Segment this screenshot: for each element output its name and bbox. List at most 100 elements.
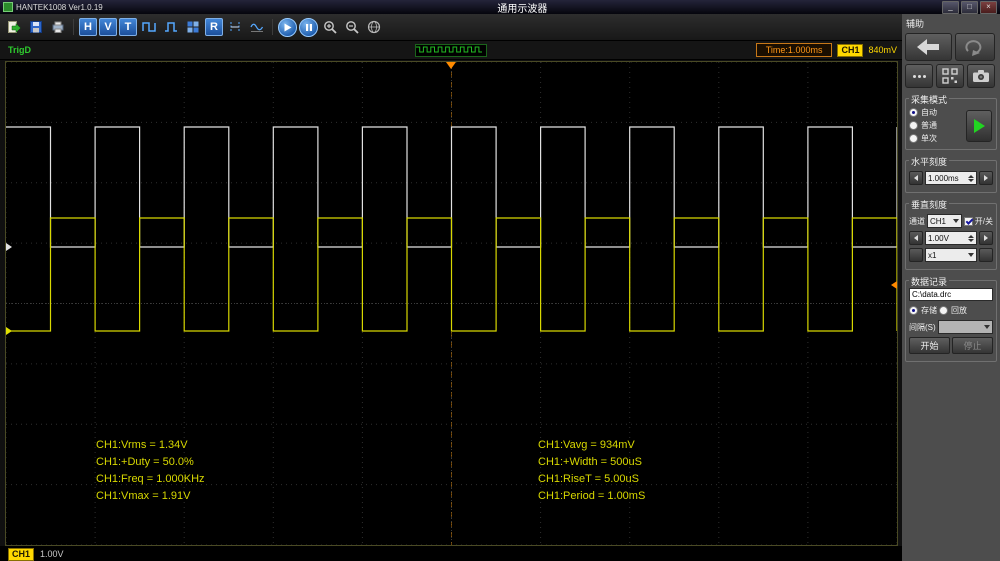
step-wave-icon xyxy=(165,22,177,32)
zoom-out-icon xyxy=(345,20,359,34)
measurement-line: CH1:+Width = 500uS xyxy=(538,456,642,468)
measurement-line: CH1:+Duty = 50.0% xyxy=(96,456,194,468)
more-options-button[interactable] xyxy=(905,64,933,88)
volts-decrease-button[interactable] xyxy=(909,231,923,245)
radio-dot-icon xyxy=(909,108,918,117)
timebase-readout: Time:1.000ms xyxy=(755,43,833,57)
cursor-measure-button[interactable] xyxy=(225,17,245,37)
acquire-mode-group: 采集模式 自动 普通 单次 xyxy=(905,93,997,150)
record-stop-button[interactable]: 停止 xyxy=(952,337,993,354)
radio-single-label: 单次 xyxy=(921,134,937,143)
print-button[interactable] xyxy=(48,17,68,37)
timebase-combo[interactable]: 1.000ms xyxy=(925,171,977,185)
interval-combo[interactable] xyxy=(937,320,993,334)
scope-display[interactable]: CH1:Vrms = 1.34V CH1:+Duty = 50.0% CH1:F… xyxy=(5,61,898,546)
horizontal-scale-title: 水平刻度 xyxy=(909,155,950,168)
radio-store[interactable]: 存储 xyxy=(909,304,937,317)
radio-dot-icon xyxy=(909,306,918,315)
auto-set-button[interactable] xyxy=(139,17,159,37)
spinner-icon xyxy=(968,174,974,182)
right-arrow-icon xyxy=(984,175,988,181)
print-icon xyxy=(52,21,64,33)
globe-icon xyxy=(367,20,381,34)
timebase-decrease-button[interactable] xyxy=(909,171,923,185)
record-menu-button[interactable]: R xyxy=(205,18,223,36)
radio-dot-icon xyxy=(909,134,918,143)
sine-wave-icon xyxy=(250,23,264,32)
right-arrow-icon xyxy=(984,235,988,241)
redo-button[interactable] xyxy=(955,33,995,61)
probe-value: x1 xyxy=(928,250,937,260)
radio-store-label: 存储 xyxy=(921,306,937,315)
display-mode-button[interactable] xyxy=(247,17,267,37)
ch1-channel-marker[interactable] xyxy=(6,327,12,335)
probe-increase-button[interactable] xyxy=(979,248,993,262)
ellipsis-icon xyxy=(912,74,916,78)
language-button[interactable] xyxy=(364,17,384,37)
measurements-left: CH1:Vrms = 1.34V CH1:+Duty = 50.0% CH1:F… xyxy=(96,437,205,505)
minimize-button[interactable]: _ xyxy=(942,0,959,14)
bottom-channel-badge[interactable]: CH1 xyxy=(8,547,35,561)
horizontal-menu-button[interactable]: H xyxy=(79,18,97,36)
green-play-icon xyxy=(973,119,985,133)
open-button[interactable] xyxy=(4,17,24,37)
waveform-preview[interactable] xyxy=(415,44,487,57)
qr-code-icon xyxy=(942,68,958,84)
bottom-volts-readout: 1.00V xyxy=(40,549,64,559)
zoom-in-button[interactable] xyxy=(320,17,340,37)
measurement-line: CH1:Vmax = 1.91V xyxy=(96,490,191,502)
zoom-in-icon xyxy=(323,20,337,34)
record-path-input[interactable] xyxy=(909,288,993,301)
toolbar: H V T R xyxy=(0,14,902,41)
back-arrow-icon xyxy=(916,39,939,55)
waveform-mode-button[interactable] xyxy=(161,17,181,37)
trigger-position-marker[interactable] xyxy=(446,62,456,69)
radio-dot-icon xyxy=(939,306,948,315)
measurement-line: CH1:Vavg = 934mV xyxy=(538,439,635,451)
channel-label: 通道 xyxy=(909,216,925,226)
interval-label: 间隔(S) xyxy=(909,322,936,332)
data-record-group: 数据记录 存储 回放 间隔(S) 开始 停止 xyxy=(905,275,997,362)
close-button[interactable]: × xyxy=(980,0,997,14)
start-acquisition-button[interactable] xyxy=(278,17,297,37)
trigger-menu-button[interactable]: T xyxy=(119,18,137,36)
probe-decrease-button[interactable] xyxy=(909,248,923,262)
window-title: HANTEK1008 Ver1.0.19 xyxy=(16,2,103,12)
volts-increase-button[interactable] xyxy=(979,231,993,245)
dropdown-arrow-icon xyxy=(968,253,974,257)
vertical-scale-group: 垂直刻度 通道 CH1 开/关 1.00V x1 xyxy=(905,198,997,270)
pause-acquisition-button[interactable] xyxy=(299,17,318,37)
volts-combo[interactable]: 1.00V xyxy=(925,231,977,245)
screenshot-button[interactable] xyxy=(967,64,995,88)
channel-grid-button[interactable] xyxy=(183,17,203,37)
white-channel-marker[interactable] xyxy=(6,243,12,251)
maximize-button[interactable]: □ xyxy=(961,0,978,14)
vertical-menu-button[interactable]: V xyxy=(99,18,117,36)
back-button[interactable] xyxy=(905,33,952,61)
run-button[interactable] xyxy=(966,110,992,142)
onoff-label: 开/关 xyxy=(974,216,993,226)
radio-dot-icon xyxy=(909,121,918,130)
toolbar-separator xyxy=(73,19,74,35)
aux-label: 辅助 xyxy=(906,19,925,29)
channel-enable-checkbox[interactable] xyxy=(963,216,973,226)
radio-playback[interactable]: 回放 xyxy=(939,304,967,317)
record-start-button[interactable]: 开始 xyxy=(909,337,950,354)
timebase-value: 1.000ms xyxy=(928,173,959,183)
zoom-out-button[interactable] xyxy=(342,17,362,37)
qr-code-button[interactable] xyxy=(936,64,964,88)
app-icon xyxy=(3,2,13,12)
acquire-mode-title: 采集模式 xyxy=(909,93,950,106)
timebase-increase-button[interactable] xyxy=(979,171,993,185)
measurement-line: CH1:Period = 1.00mS xyxy=(538,490,646,502)
probe-combo[interactable]: x1 xyxy=(925,248,977,262)
toolbar-separator xyxy=(272,19,273,35)
grid-icon xyxy=(187,21,199,33)
channel-combo[interactable]: CH1 xyxy=(927,214,962,228)
measurements-right: CH1:Vavg = 934mV CH1:+Width = 500uS CH1:… xyxy=(538,437,645,505)
measurement-line: CH1:RiseT = 5.00uS xyxy=(538,473,639,485)
preview-waveform-canvas xyxy=(416,46,482,53)
trigger-level-marker[interactable] xyxy=(891,281,897,289)
dropdown-arrow-icon xyxy=(984,325,990,329)
save-button[interactable] xyxy=(26,17,46,37)
